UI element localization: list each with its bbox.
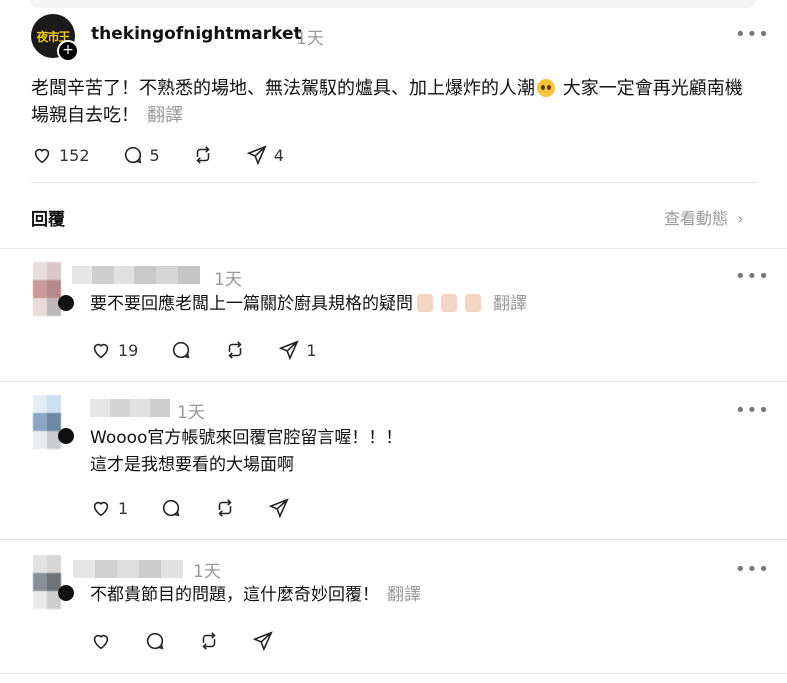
thumbs-up-icon xyxy=(465,294,481,312)
heart-icon xyxy=(93,501,109,517)
comment-text-line-2: 這才是我想要看的大場面啊 xyxy=(90,455,294,475)
repost-icon xyxy=(202,632,216,650)
chevron-right-icon: › xyxy=(737,209,744,228)
heart-icon xyxy=(93,634,109,650)
divider xyxy=(0,539,787,540)
repost-button[interactable] xyxy=(214,497,236,519)
comment-icon xyxy=(124,146,141,164)
post-text-1: 老闆辛苦了！不熟悉的場地、無法駕馭的爐具、加上爆炸的人潮 xyxy=(31,78,535,99)
translate-link[interactable]: 翻譯 xyxy=(387,585,421,605)
comment-time: 1天 xyxy=(177,403,205,423)
translate-link[interactable]: 翻譯 xyxy=(493,294,527,314)
like-button[interactable]: 19 xyxy=(90,339,138,361)
more-icon[interactable]: ••• xyxy=(735,24,770,45)
share-icon xyxy=(268,498,289,519)
post-actions: 152 5 4 xyxy=(31,144,310,166)
blurred-username[interactable] xyxy=(90,399,170,417)
username[interactable]: thekingofnightmarket xyxy=(91,24,302,44)
translate-link[interactable]: 翻譯 xyxy=(147,105,183,126)
comment-text-body: 不都貴節目的問題，這什麼奇妙回覆！ xyxy=(90,585,379,605)
share-button[interactable] xyxy=(252,630,274,652)
more-icon[interactable]: ••• xyxy=(735,400,770,421)
heart-icon xyxy=(34,148,50,164)
divider xyxy=(0,381,787,382)
avatar-badge xyxy=(58,295,74,311)
like-count: 152 xyxy=(59,145,90,165)
comment-text-body: 要不要回應老闆上一篇關於廚具規格的疑問 xyxy=(90,294,413,314)
share-icon xyxy=(279,340,300,361)
repost-button[interactable] xyxy=(192,144,214,166)
divider xyxy=(0,248,787,249)
comment-actions: 19 1 xyxy=(90,339,343,361)
heart-icon xyxy=(93,343,109,359)
comment-button[interactable] xyxy=(160,497,182,519)
top-bar xyxy=(30,0,756,8)
thumbs-up-icon xyxy=(417,294,433,312)
repost-icon xyxy=(218,499,232,517)
view-activity-link[interactable]: 查看動態 › xyxy=(664,205,744,229)
like-count: 19 xyxy=(118,340,139,360)
share-count: 1 xyxy=(306,340,317,360)
share-button[interactable]: 1 xyxy=(278,339,317,361)
like-button[interactable]: 152 xyxy=(31,144,90,166)
comment-actions xyxy=(90,630,300,652)
plus-icon[interactable]: + xyxy=(57,40,79,62)
pleading-emoji-icon xyxy=(537,79,555,97)
share-button[interactable] xyxy=(268,497,290,519)
repost-icon xyxy=(196,146,210,164)
post-time: 1天 xyxy=(296,29,324,49)
comment-time: 1天 xyxy=(193,562,221,582)
comment-text: 要不要回應老闆上一篇關於廚具規格的疑問 翻譯 xyxy=(90,291,527,318)
comment-text: Woooo官方帳號來回覆官腔留言喔！！！ 這才是我想要看的大場面啊 xyxy=(90,425,402,479)
thumbs-up-icon xyxy=(441,294,457,312)
repost-button[interactable] xyxy=(198,630,220,652)
blurred-username[interactable] xyxy=(73,560,183,578)
avatar-badge xyxy=(58,585,74,601)
share-icon xyxy=(252,631,273,652)
repost-button[interactable] xyxy=(224,339,246,361)
comment-button[interactable]: 5 xyxy=(122,144,160,166)
comment-text: 不都貴節目的問題，這什麼奇妙回覆！ 翻譯 xyxy=(90,582,421,609)
divider xyxy=(0,673,787,674)
comment-button[interactable] xyxy=(144,630,166,652)
divider xyxy=(31,182,757,183)
comment-text-line-1: Woooo官方帳號來回覆官腔留言喔！！！ xyxy=(90,428,403,448)
blurred-username[interactable] xyxy=(72,266,204,284)
post-text: 老闆辛苦了！不熟悉的場地、無法駕馭的爐具、加上爆炸的人潮 大家一定會再光顧南機場… xyxy=(31,75,751,129)
like-count: 1 xyxy=(118,498,129,518)
comment-icon xyxy=(146,632,164,650)
more-icon[interactable]: ••• xyxy=(735,266,770,287)
comment-icon xyxy=(173,341,190,359)
comment-actions: 1 xyxy=(90,497,316,519)
more-icon[interactable]: ••• xyxy=(735,559,770,580)
comment-count: 5 xyxy=(149,145,160,165)
avatar-badge xyxy=(58,428,74,444)
share-count: 4 xyxy=(273,145,284,165)
view-activity-label: 查看動態 xyxy=(664,209,729,228)
share-button[interactable]: 4 xyxy=(246,144,284,166)
replies-header: 回覆 xyxy=(31,210,65,230)
comment-button[interactable] xyxy=(170,339,192,361)
share-icon xyxy=(246,145,267,166)
repost-icon xyxy=(228,341,242,359)
comment-icon xyxy=(163,499,180,517)
like-button[interactable]: 1 xyxy=(90,497,128,519)
like-button[interactable] xyxy=(90,630,112,652)
comment-time: 1天 xyxy=(214,270,242,290)
